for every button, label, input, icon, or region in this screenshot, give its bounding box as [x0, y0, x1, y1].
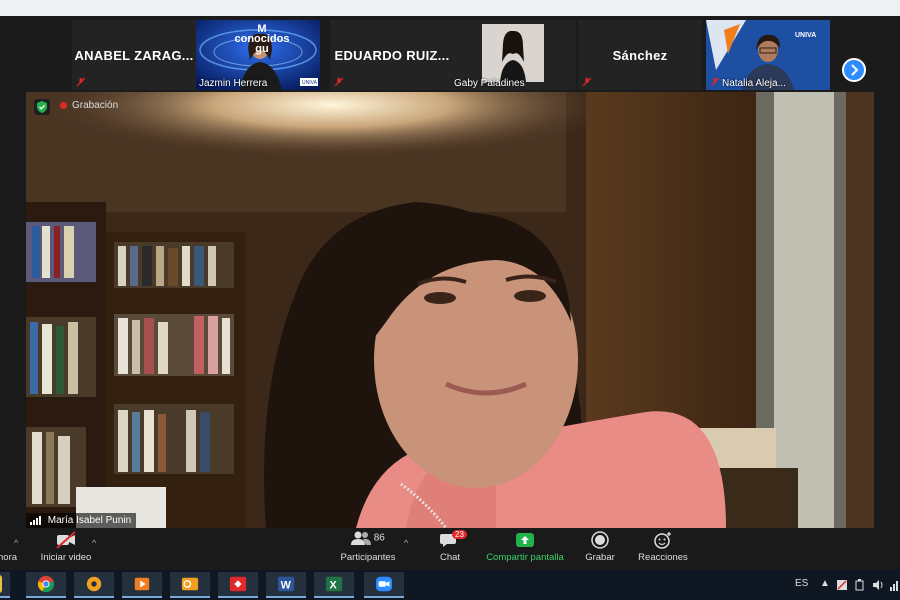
chrome-icon	[37, 575, 55, 593]
taskbar-settings[interactable]	[74, 572, 114, 598]
participants-icon-wrap: 86	[338, 530, 398, 550]
taskbar-anydesk[interactable]	[218, 572, 258, 598]
video-options-caret[interactable]: ^	[92, 538, 96, 548]
svg-text:X: X	[330, 580, 338, 592]
language-indicator[interactable]: ES	[795, 578, 808, 589]
taskbar-excel[interactable]: X	[314, 572, 354, 598]
share-screen-label: Compartir pantalla	[486, 552, 564, 563]
windows-taskbar: W X ES ▲	[0, 570, 900, 600]
speaker-name-tag: María Isabel Punin	[26, 513, 137, 528]
participants-count: 86	[373, 532, 385, 544]
share-screen-icon	[516, 533, 534, 547]
start-video-label: Iniciar video	[40, 552, 92, 563]
browser-top-strip	[0, 0, 900, 16]
participants-label: Participantes	[340, 552, 396, 563]
participant-tile-eduardo[interactable]: EDUARDO RUIZ...	[330, 20, 454, 90]
anydesk-icon	[229, 576, 247, 592]
participant-label: Natalia Aleja...	[722, 78, 786, 89]
chat-unread-badge: 23	[452, 530, 467, 539]
muted-mic-icon	[334, 77, 344, 87]
start-video-button[interactable]: Iniciar video	[38, 530, 94, 563]
zoom-icon	[375, 576, 393, 592]
taskbar-chrome[interactable]	[26, 572, 66, 598]
participant-tile-anabel[interactable]: ANABEL ZARAG...	[72, 20, 196, 90]
taskbar-file-explorer-partial[interactable]	[0, 572, 10, 598]
reactions-label: Reacciones	[638, 552, 688, 563]
share-screen-button[interactable]: Compartir pantalla	[484, 530, 566, 563]
gear-icon	[86, 576, 102, 592]
participants-options-caret[interactable]: ^	[404, 538, 408, 548]
participant-label: Jazmin Herrera	[199, 78, 268, 89]
meeting-toolbar: hora ^ Iniciar video ^ 86 Participantes …	[0, 528, 900, 570]
participants-button[interactable]: 86 Participantes	[338, 530, 398, 563]
video-off-icon	[56, 531, 76, 549]
next-page-button[interactable]	[842, 58, 866, 82]
excel-icon: X	[325, 576, 343, 592]
record-label: Grabar	[585, 552, 615, 563]
taskbar-zoom[interactable]	[364, 572, 404, 598]
participant-name: ANABEL ZARAG...	[74, 48, 194, 63]
participant-tile-gaby[interactable]: Gaby Paladines	[452, 20, 576, 90]
participant-label: Gaby Paladines	[454, 78, 525, 89]
outlook-icon	[181, 577, 199, 591]
tray-security-icon[interactable]	[836, 579, 848, 591]
shield-icon	[37, 101, 47, 113]
audio-label: hora	[0, 552, 18, 563]
recording-dot-icon	[60, 101, 67, 109]
participant-name: EDUARDO RUIZ...	[334, 48, 450, 63]
participant-name: Sánchez	[612, 48, 668, 63]
chat-label: Chat	[439, 552, 461, 563]
participants-icon	[351, 531, 372, 545]
taskbar-media-player[interactable]	[122, 572, 162, 598]
participant-tile-sanchez[interactable]: Sánchez	[578, 20, 702, 90]
folder-icon	[0, 575, 2, 593]
recording-label: Grabación	[72, 100, 119, 111]
muted-mic-icon	[582, 77, 592, 87]
univa-logo: UNIVA	[302, 80, 318, 86]
tray-overflow-caret[interactable]: ▲	[820, 578, 830, 589]
signal-bars-icon	[30, 515, 41, 525]
battery-icon[interactable]	[854, 579, 866, 591]
muted-mic-icon	[710, 77, 720, 87]
word-icon: W	[277, 576, 295, 592]
taskbar-word[interactable]: W	[266, 572, 306, 598]
reactions-icon	[654, 532, 671, 549]
participant-gallery-strip: ANABEL ZARAG... UNIVA M conocidos gu Jaz…	[0, 16, 900, 92]
reactions-button[interactable]: Reacciones	[636, 530, 690, 563]
active-speaker-video: Grabación María Isabel Punin	[26, 92, 874, 528]
chat-button[interactable]: Chat 23	[430, 530, 470, 563]
participant-tile-natalia[interactable]: UNIVA Natalia Aleja...	[706, 20, 830, 90]
record-button[interactable]: Grabar	[582, 530, 618, 563]
media-player-icon	[134, 577, 150, 591]
recording-indicator: Grabación	[60, 100, 118, 111]
audio-button-partial[interactable]: hora	[0, 552, 17, 563]
muted-mic-icon	[76, 77, 86, 87]
network-icon[interactable]	[890, 579, 900, 591]
taskbar-outlook[interactable]	[170, 572, 210, 598]
participant-tile-jazmin[interactable]: UNIVA M conocidos gu Jazmin Herrera	[196, 20, 320, 90]
record-icon	[591, 531, 609, 549]
audio-options-caret[interactable]: ^	[14, 538, 18, 548]
background-overlay-text: M conocidos gu	[234, 23, 290, 55]
svg-text:W: W	[281, 580, 292, 592]
speaker-video-frame	[26, 92, 874, 528]
security-shield-icon[interactable]	[34, 99, 50, 115]
speaker-name: María Isabel Punin	[47, 515, 132, 526]
chevron-right-icon	[851, 64, 859, 76]
univa-logo: UNIVA	[795, 32, 816, 39]
volume-icon[interactable]	[872, 579, 884, 591]
